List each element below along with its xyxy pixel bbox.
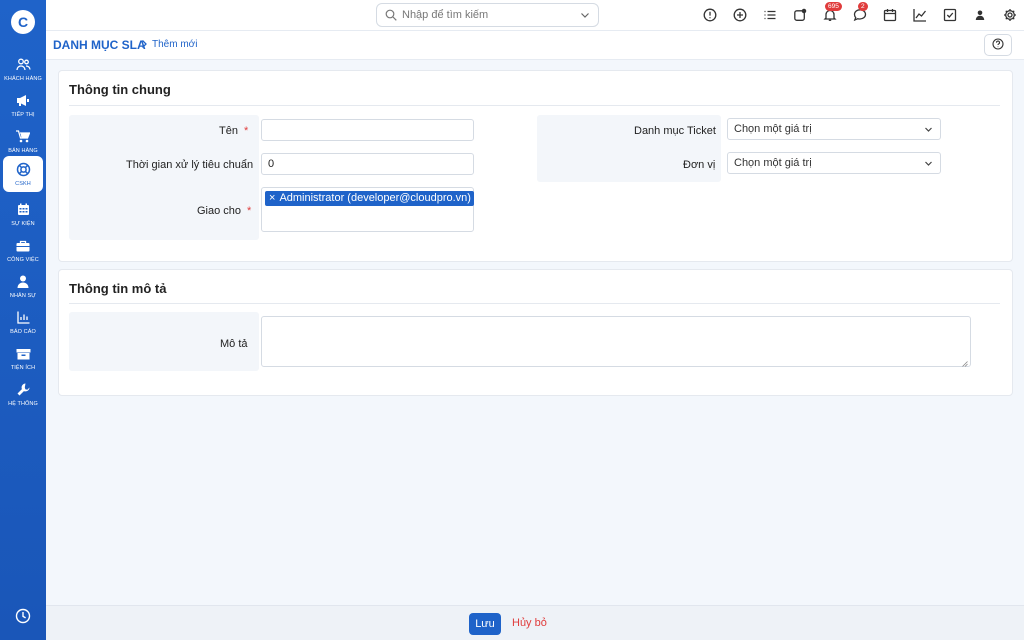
sidebar-item-label: Khách hàng	[4, 75, 42, 82]
chevron-down-icon	[924, 159, 933, 168]
sidebar-item-label: Công việc	[7, 256, 39, 263]
list-icon[interactable]	[763, 8, 777, 22]
assignee-tag-label: Administrator (developer@cloudpro.vn)	[279, 192, 471, 204]
unit-value: Chọn một giá trị	[734, 157, 812, 169]
add-circle-icon[interactable]	[733, 8, 747, 22]
sidebar-item-sales[interactable]: Bán hàng	[0, 123, 46, 159]
sidebar-item-hr[interactable]: Nhân sự	[0, 268, 46, 304]
sidebar-item-events[interactable]: Sự kiện	[0, 196, 46, 232]
save-button[interactable]: Lưu	[469, 613, 501, 635]
chat-badge: 2	[858, 2, 868, 11]
sidebar-item-label: Sự kiện	[11, 220, 35, 227]
sidebar-item-utilities[interactable]: Tiện ích	[0, 340, 46, 376]
breadcrumb-current: Thêm mới	[152, 39, 198, 50]
calendar-icon[interactable]	[883, 8, 897, 22]
ticket-category-value: Chọn một giá trị	[734, 123, 812, 135]
sidebar-item-label: Tiện ích	[10, 364, 36, 371]
users-icon	[15, 57, 31, 73]
settings-icon[interactable]	[1003, 8, 1017, 22]
checkbox-icon[interactable]	[943, 8, 957, 22]
sidebar-item-system[interactable]: Hệ thống	[0, 376, 46, 412]
description-textarea[interactable]	[261, 316, 971, 367]
remove-tag-icon[interactable]: ×	[269, 191, 275, 206]
sidebar-item-label: CSKH	[15, 180, 31, 187]
chevron-down-icon	[924, 125, 933, 134]
breadcrumb-module[interactable]: DANH MỤC SLA	[53, 38, 146, 52]
search-input[interactable]: Nhập để tìm kiếm	[402, 9, 580, 21]
description-card: Thông tin mô tả Mô tả	[58, 269, 1013, 396]
person-icon	[15, 274, 31, 290]
calendar-icon	[15, 202, 31, 218]
section-title: Thông tin mô tả	[69, 281, 167, 296]
clock-icon[interactable]	[15, 608, 31, 624]
assignee-tag: × Administrator (developer@cloudpro.vn)	[265, 191, 474, 206]
general-info-card: Thông tin chung Tên * Thời gian xử lý tiê…	[58, 70, 1013, 262]
search-icon	[385, 9, 397, 21]
chart-icon	[15, 310, 31, 326]
sidebar-item-label: Nhân sự	[9, 292, 37, 299]
app-logo[interactable]: C	[11, 10, 35, 34]
lifebuoy-icon	[15, 162, 31, 178]
sla-time-input[interactable]: 0	[261, 153, 474, 175]
unit-label: Đơn vị	[683, 159, 716, 171]
trend-icon[interactable]	[913, 8, 927, 22]
bell-icon[interactable]: 695	[823, 2, 842, 22]
breadcrumb: DANH MỤC SLA Thêm mới	[46, 31, 1024, 60]
wrench-icon	[15, 382, 31, 398]
divider	[69, 303, 1000, 304]
sidebar-item-cskh[interactable]: CSKH	[3, 156, 43, 192]
name-input[interactable]	[261, 119, 474, 141]
sla-time-label: Thời gian xử lý tiêu chuẩn	[126, 159, 254, 171]
topbar: Nhập để tìm kiếm 695 2	[46, 0, 1024, 31]
sidebar-item-label: Tiếp thị	[11, 111, 35, 118]
ticket-category-select[interactable]: Chọn một giá trị	[727, 118, 941, 140]
box-icon	[15, 346, 31, 362]
resize-handle-icon[interactable]	[962, 358, 968, 367]
chat-icon[interactable]: 2	[853, 2, 868, 22]
sidebar-item-tasks[interactable]: Công việc	[0, 232, 46, 268]
user-icon[interactable]	[973, 8, 987, 22]
sidebar-item-label: Báo cáo	[10, 328, 36, 335]
megaphone-icon	[15, 93, 31, 109]
assign-multiselect[interactable]: × Administrator (developer@cloudpro.vn)	[261, 187, 474, 232]
notification-badge: 695	[825, 2, 842, 11]
sidebar-item-label: Bán hàng	[8, 147, 38, 154]
section-title: Thông tin chung	[69, 82, 171, 97]
footer-bar: Lưu Hủy bỏ	[46, 605, 1024, 640]
cart-icon	[15, 129, 31, 145]
search-box[interactable]: Nhập để tìm kiếm	[376, 3, 599, 27]
sidebar-item-marketing[interactable]: Tiếp thị	[0, 87, 46, 123]
help-icon	[992, 37, 1004, 53]
unit-select[interactable]: Chọn một giá trị	[727, 152, 941, 174]
cancel-button[interactable]: Hủy bỏ	[512, 617, 547, 629]
assign-label: Giao cho *	[197, 205, 252, 217]
description-label: Mô tả	[220, 338, 248, 350]
name-label: Tên *	[219, 125, 249, 137]
chevron-down-icon[interactable]	[580, 10, 590, 20]
external-icon[interactable]	[793, 8, 807, 22]
help-button[interactable]	[984, 34, 1012, 56]
sidebar-item-reports[interactable]: Báo cáo	[0, 304, 46, 340]
chevron-right-icon	[139, 39, 149, 49]
ticket-category-label: Danh mục Ticket	[634, 125, 716, 137]
briefcase-icon	[15, 238, 31, 254]
sidebar: C Khách hàng Tiếp thị Bán hàng CSKH Sự k…	[0, 0, 46, 640]
sidebar-item-label: Hệ thống	[8, 400, 38, 407]
sidebar-item-customers[interactable]: Khách hàng	[0, 51, 46, 87]
divider	[69, 105, 1000, 106]
alert-icon[interactable]	[703, 8, 717, 22]
